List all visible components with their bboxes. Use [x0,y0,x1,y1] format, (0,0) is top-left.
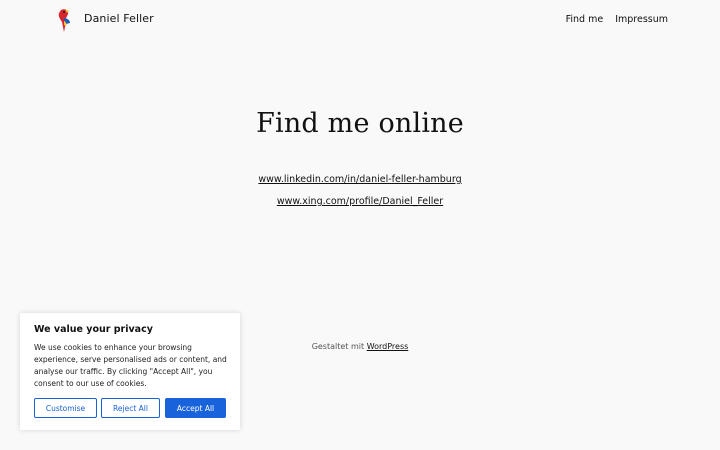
accept-all-button[interactable]: Accept All [165,398,226,418]
cookie-banner: We value your privacy We use cookies to … [20,313,240,430]
linkedin-link[interactable]: www.linkedin.com/in/daniel-feller-hambur… [258,174,461,185]
wordpress-link[interactable]: WordPress [367,342,409,351]
parrot-icon[interactable] [55,8,73,34]
xing-link-row: www.xing.com/profile/Daniel_Feller [0,196,720,207]
reject-all-button[interactable]: Reject All [101,398,160,418]
cookie-title: We value your privacy [34,324,153,335]
site-header: Daniel Feller Find me Impressum [0,0,720,42]
main-nav: Find me Impressum [566,14,668,25]
page-title: Find me online [256,108,464,139]
site-title[interactable]: Daniel Feller [84,12,154,25]
nav-find-me[interactable]: Find me [566,14,604,25]
linkedin-link-row: www.linkedin.com/in/daniel-feller-hambur… [0,174,720,185]
footer-prefix: Gestaltet mit [311,342,365,351]
cookie-text: We use cookies to enhance your browsing … [34,343,227,388]
customise-button[interactable]: Customise [34,398,97,418]
xing-link[interactable]: www.xing.com/profile/Daniel_Feller [277,196,443,207]
nav-impressum[interactable]: Impressum [615,14,668,25]
